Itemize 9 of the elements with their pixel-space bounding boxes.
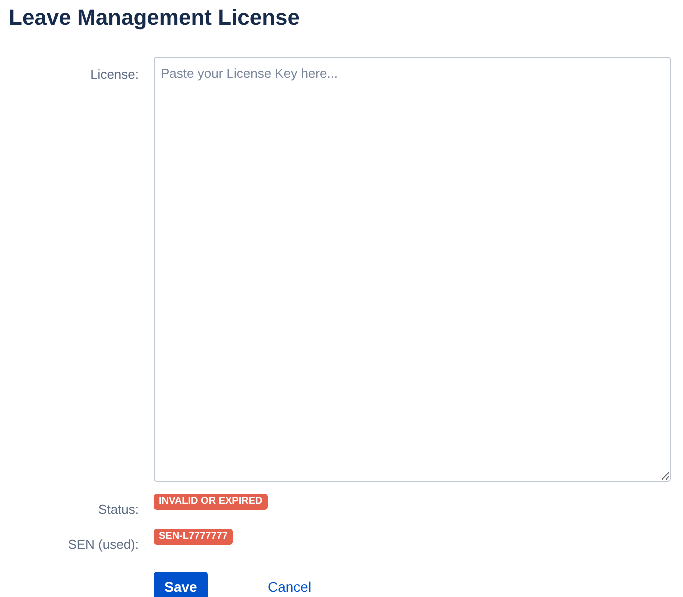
field-label: License: <box>90 66 139 84</box>
cancel-link[interactable]: Cancel <box>268 576 312 597</box>
field-label: Status: <box>98 501 139 519</box>
license-input-field[interactable]: Paste your License Key here... <box>154 57 671 482</box>
status-badge: INVALID OR EXPIRED <box>154 494 268 510</box>
field-label: SEN (used): <box>67 536 139 554</box>
page-title: Leave Management License <box>9 4 302 32</box>
save-button[interactable]: Save <box>154 572 208 597</box>
status-badge: SEN-L7777777 <box>154 529 233 545</box>
